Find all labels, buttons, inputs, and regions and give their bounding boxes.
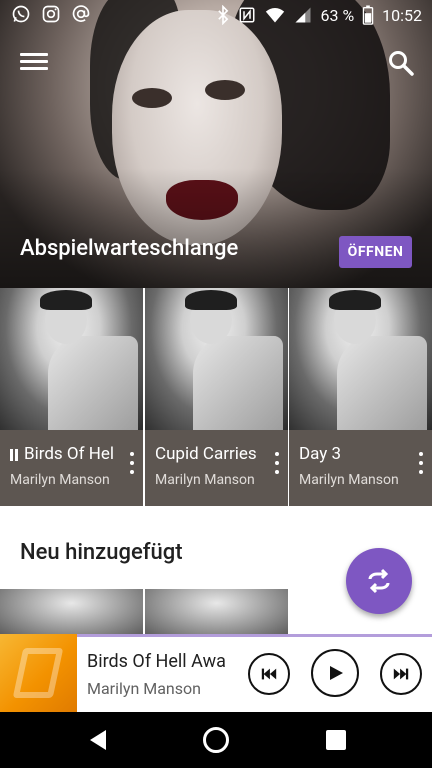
queue-item[interactable]: Birds Of Hel Marilyn Manson: [0, 288, 143, 506]
album-art: [0, 288, 143, 430]
bluetooth-icon: [216, 4, 230, 26]
battery-icon: [362, 5, 374, 25]
queue-item-title: Day 3: [299, 444, 342, 464]
previous-button[interactable]: [248, 653, 290, 695]
battery-percent: 63 %: [320, 5, 355, 25]
queue-item[interactable]: Cupid Carries Marilyn Manson: [145, 288, 288, 506]
next-button[interactable]: [380, 653, 422, 695]
recents-icon[interactable]: [326, 730, 346, 750]
album-card[interactable]: [0, 589, 143, 636]
now-playing-title: Birds Of Hell Awa: [87, 651, 226, 672]
queue-section-title: Abspielwarteschlange: [20, 236, 239, 261]
now-playing-bar[interactable]: Birds Of Hell Awa Marilyn Manson: [0, 634, 432, 712]
queue-item-artist: Marilyn Manson: [155, 472, 255, 488]
queue-list: Birds Of Hel Marilyn Manson Cupid Carrie…: [0, 288, 432, 506]
queue-item-artist: Marilyn Manson: [299, 472, 399, 488]
recently-added-title: Neu hinzugefügt: [20, 540, 183, 565]
queue-item-artist: Marilyn Manson: [10, 472, 110, 488]
skip-next-icon: [393, 668, 409, 680]
wifi-icon: [264, 5, 286, 25]
pause-icon: [10, 448, 18, 461]
more-vert-icon[interactable]: [275, 452, 281, 474]
whatsapp-icon: [10, 4, 32, 24]
shuffle-button[interactable]: [346, 548, 412, 614]
play-icon: [330, 666, 343, 680]
now-playing-artist: Marilyn Manson: [87, 679, 201, 698]
more-vert-icon[interactable]: [419, 452, 425, 474]
signal-icon: [294, 5, 312, 25]
system-nav-bar: [0, 712, 432, 768]
nfc-icon: [238, 5, 256, 25]
status-bar: 63 % 10:52: [0, 0, 432, 30]
now-playing-artwork: [0, 634, 77, 712]
queue-item[interactable]: Day 3 Marilyn Manson: [289, 288, 432, 506]
menu-icon[interactable]: [20, 50, 48, 74]
queue-item-title: Cupid Carries: [155, 444, 257, 464]
open-queue-button[interactable]: ÖFFNEN: [339, 236, 412, 268]
album-card[interactable]: [145, 589, 288, 636]
at-icon: [70, 4, 92, 24]
status-clock: 10:52: [382, 5, 422, 25]
skip-previous-icon: [261, 668, 277, 680]
album-art: [289, 288, 432, 430]
more-vert-icon[interactable]: [130, 452, 136, 474]
search-icon[interactable]: [386, 48, 416, 78]
play-button[interactable]: [311, 649, 359, 697]
shuffle-icon: [368, 568, 390, 594]
home-icon[interactable]: [203, 727, 229, 753]
recently-added-list: [0, 589, 288, 636]
instagram-icon: [40, 4, 62, 24]
queue-item-title: Birds Of Hel: [24, 444, 115, 464]
back-icon[interactable]: [86, 728, 110, 752]
album-art: [145, 288, 288, 430]
